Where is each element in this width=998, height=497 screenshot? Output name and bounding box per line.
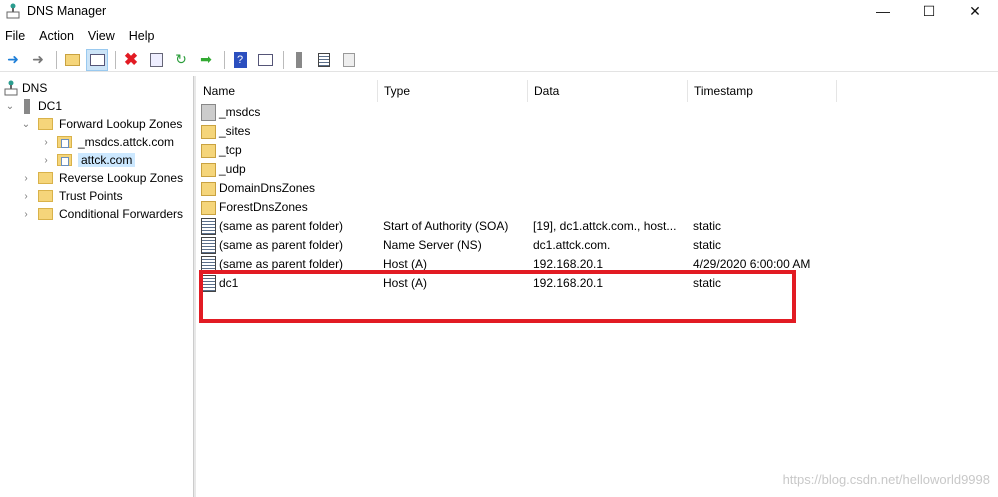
- tree-zone-msdcs[interactable]: › _msdcs.attck.com: [40, 133, 174, 151]
- folder-icon: [201, 125, 216, 139]
- cell-name: _sites: [219, 124, 251, 138]
- folder-icon: [38, 172, 53, 184]
- chevron-right-icon[interactable]: ›: [40, 155, 52, 166]
- toolbar: ➜ ➜ ✖ ↻ ➡ ?: [0, 48, 998, 72]
- menu-action[interactable]: Action: [32, 29, 81, 43]
- close-button[interactable]: ✕: [952, 0, 998, 22]
- zone-icon: [57, 136, 72, 148]
- server-icon: [24, 98, 30, 114]
- tree-label: DNS: [22, 81, 48, 95]
- tree-conditional-forwarders[interactable]: › Conditional Forwarders: [20, 205, 183, 223]
- chevron-right-icon[interactable]: ›: [40, 137, 52, 148]
- menu-file[interactable]: File: [0, 29, 32, 43]
- properties-icon[interactable]: [145, 49, 167, 71]
- forward-icon[interactable]: ➜: [27, 49, 49, 71]
- tree-label: Trust Points: [59, 189, 123, 203]
- watermark: https://blog.csdn.net/helloworld9998: [782, 472, 990, 487]
- cell-name: _msdcs: [219, 105, 261, 119]
- folder-icon: [38, 190, 53, 202]
- cell-name: _udp: [219, 162, 246, 176]
- chevron-right-icon[interactable]: ›: [20, 173, 32, 184]
- tree-forward-lookup-zones[interactable]: ⌄ Forward Lookup Zones: [20, 115, 183, 133]
- cell-name: (same as parent folder): [219, 219, 344, 233]
- export-list-icon[interactable]: ➡: [195, 49, 217, 71]
- help-icon[interactable]: ?: [229, 49, 251, 71]
- table-row[interactable]: DomainDnsZones: [197, 179, 998, 198]
- column-header-name[interactable]: Name: [197, 80, 378, 102]
- menu-view[interactable]: View: [81, 29, 122, 43]
- window-title: DNS Manager: [27, 4, 107, 18]
- table-row[interactable]: (same as parent folder) Start of Authori…: [197, 217, 998, 236]
- show-action-pane-icon[interactable]: [254, 49, 276, 71]
- list-header: Name Type Data Timestamp: [197, 80, 998, 102]
- tree-label: _msdcs.attck.com: [78, 135, 175, 149]
- column-header-type[interactable]: Type: [378, 80, 528, 102]
- cell-type: Start of Authority (SOA): [383, 219, 509, 233]
- server-icon[interactable]: [288, 49, 310, 71]
- table-row[interactable]: _udp: [197, 160, 998, 179]
- refresh-icon[interactable]: ↻: [170, 49, 192, 71]
- show-console-tree-icon[interactable]: [86, 48, 108, 71]
- table-row[interactable]: _sites: [197, 122, 998, 141]
- tree-label: Forward Lookup Zones: [59, 117, 183, 131]
- copy-icon[interactable]: [338, 49, 360, 71]
- tree-label-selected: attck.com: [78, 153, 136, 167]
- folder-icon: [201, 144, 216, 158]
- record-icon: [201, 237, 216, 254]
- tree-label: Reverse Lookup Zones: [59, 171, 184, 185]
- column-header-data[interactable]: Data: [528, 80, 688, 102]
- zone-icon: [201, 104, 216, 121]
- cell-name: (same as parent folder): [219, 238, 344, 252]
- tree-server-dc1[interactable]: ⌄ DC1: [4, 97, 62, 115]
- tree-label: DC1: [38, 99, 63, 113]
- chevron-right-icon[interactable]: ›: [20, 209, 32, 220]
- record-icon: [201, 218, 216, 235]
- dns-icon: [4, 80, 18, 96]
- folder-icon: [38, 208, 53, 220]
- cell-name: _tcp: [219, 143, 242, 157]
- table-row[interactable]: (same as parent folder) Name Server (NS)…: [197, 236, 998, 255]
- delete-icon[interactable]: ✖: [120, 49, 142, 71]
- cell-data: dc1.attck.com.: [533, 238, 611, 252]
- column-header-timestamp[interactable]: Timestamp: [688, 80, 837, 102]
- folder-icon: [201, 163, 216, 177]
- back-icon[interactable]: ➜: [2, 49, 24, 71]
- chevron-right-icon[interactable]: ›: [20, 191, 32, 202]
- maximize-button[interactable]: ☐: [906, 0, 952, 22]
- chevron-down-icon[interactable]: ⌄: [4, 101, 16, 112]
- tree-label: Conditional Forwarders: [59, 207, 184, 221]
- cell-name: ForestDnsZones: [219, 200, 308, 214]
- tree-zone-attck[interactable]: › attck.com: [40, 151, 136, 169]
- highlight-box: [199, 270, 796, 323]
- minimize-button[interactable]: —: [860, 0, 906, 22]
- cell-type: Name Server (NS): [383, 238, 482, 252]
- folder-icon: [201, 201, 216, 215]
- folder-icon: [38, 118, 53, 130]
- table-row[interactable]: _tcp: [197, 141, 998, 160]
- tree-dns-root[interactable]: DNS: [4, 79, 47, 97]
- table-row[interactable]: _msdcs: [197, 103, 998, 122]
- dns-app-icon: [6, 3, 20, 19]
- cell-name: DomainDnsZones: [219, 181, 316, 195]
- menu-help[interactable]: Help: [122, 29, 162, 43]
- tree-trust-points[interactable]: › Trust Points: [20, 187, 123, 205]
- up-folder-icon[interactable]: [61, 49, 83, 71]
- cell-timestamp: static: [693, 219, 722, 233]
- cell-data: [19], dc1.attck.com., host...: [533, 219, 677, 233]
- zone-icon: [57, 154, 72, 166]
- folder-icon: [201, 182, 216, 196]
- list-icon[interactable]: [313, 49, 335, 71]
- chevron-down-icon[interactable]: ⌄: [20, 119, 32, 130]
- table-row[interactable]: ForestDnsZones: [197, 198, 998, 217]
- console-tree: DNS ⌄ DC1 ⌄ Forward Lookup Zones › _msdc…: [0, 76, 193, 497]
- cell-timestamp: static: [693, 238, 722, 252]
- pane-splitter[interactable]: [193, 76, 196, 497]
- title-bar: DNS Manager — ☐ ✕: [0, 0, 998, 22]
- tree-reverse-lookup-zones[interactable]: › Reverse Lookup Zones: [20, 169, 183, 187]
- menu-bar: File Action View Help: [0, 26, 162, 46]
